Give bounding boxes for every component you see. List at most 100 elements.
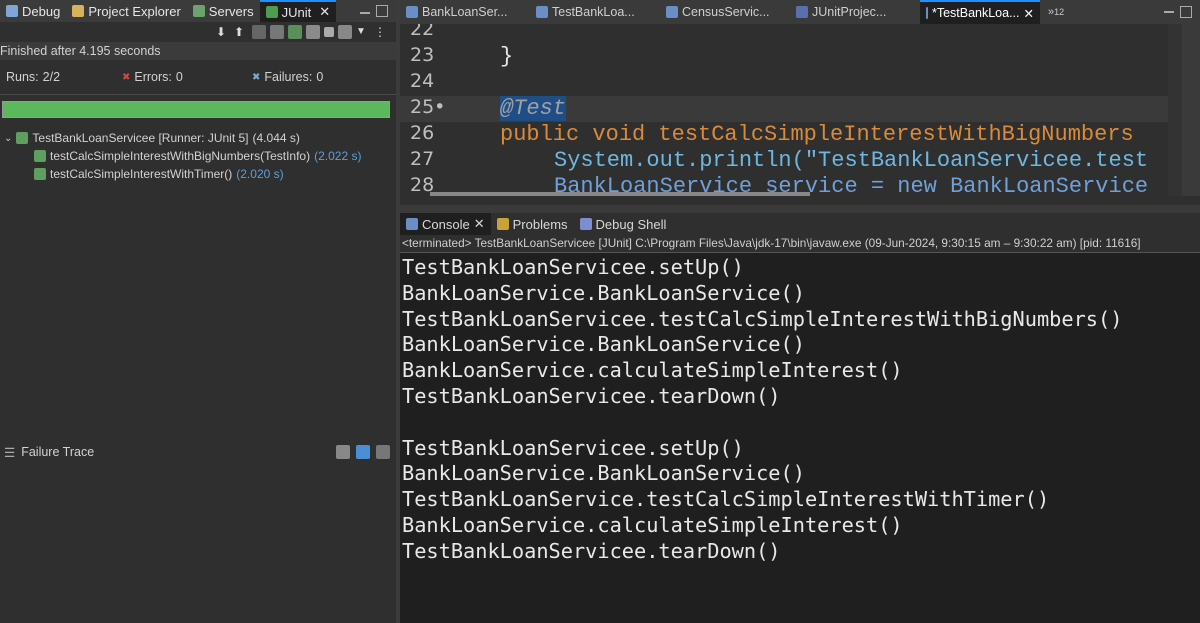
tab-label: Problems	[512, 216, 568, 232]
test-name: testCalcSimpleInterestWithBigNumbers(Tes…	[50, 149, 311, 163]
left-view-tabbar: Debug Project Explorer Servers JUnit ✕	[0, 0, 396, 22]
junit-panel: Debug Project Explorer Servers JUnit ✕ ⬇ …	[0, 0, 396, 623]
copy-trace-icon[interactable]	[376, 445, 390, 459]
view-menu-icon[interactable]: ⋮	[374, 25, 388, 39]
tree-row-test[interactable]: testCalcSimpleInterestWithBigNumbers(Tes…	[0, 147, 396, 165]
horizontal-scrollbar[interactable]	[430, 192, 810, 196]
failures-label: Failures:	[264, 70, 313, 84]
chevron-down-icon[interactable]: ⌄	[4, 133, 12, 144]
line-number: 24	[410, 70, 435, 92]
suite-duration: (4.044 s)	[252, 131, 300, 145]
scroll-lock-icon[interactable]	[270, 25, 284, 39]
runs-counter: Runs: 2/2	[0, 70, 122, 84]
minimize-icon[interactable]	[1164, 11, 1174, 13]
error-icon: ✖	[122, 71, 131, 83]
editor-tab[interactable]: BankLoanSer...	[400, 0, 530, 24]
line-number: 23	[410, 44, 435, 66]
overflow-tabs-icon[interactable]: »12	[1048, 6, 1064, 18]
close-icon[interactable]: ✕	[319, 4, 330, 20]
vertical-scrollbar[interactable]	[1182, 24, 1200, 196]
java-file-icon	[536, 6, 548, 18]
console-line: BankLoanService.BankLoanService()	[402, 461, 805, 486]
test-suite-icon	[16, 132, 29, 144]
stop-icon[interactable]	[324, 27, 334, 37]
editor-tab-label: TestBankLoa...	[552, 5, 635, 19]
tab-debug-shell[interactable]: Debug Shell	[574, 213, 673, 235]
rerun-test-icon[interactable]	[288, 25, 302, 39]
test-duration: (2.022 s)	[314, 149, 362, 163]
chevron-down-icon[interactable]: ▼	[356, 25, 370, 39]
tab-junit[interactable]: JUnit ✕	[259, 0, 337, 22]
test-run-history-icon[interactable]	[338, 25, 352, 39]
console-line: TestBankLoanServicee.testCalcSimpleInter…	[402, 306, 1123, 331]
horizontal-splitter[interactable]	[400, 205, 1200, 213]
console-tabbar: Console ✕ Problems Debug Shell	[400, 213, 1200, 235]
code-editor: BankLoanSer... TestBankLoa... CensusServ…	[400, 0, 1200, 205]
problems-icon	[496, 218, 509, 230]
show-failures-only-icon[interactable]	[252, 25, 266, 39]
test-tree: ⌄ TestBankLoanServicee [Runner: JUnit 5]…	[0, 129, 396, 183]
tab-servers[interactable]: Servers	[187, 0, 260, 22]
overview-ruler[interactable]	[1168, 24, 1182, 196]
console-line: BankLoanService.calculateSimpleInterest(…	[402, 358, 903, 383]
console-line: TestBankLoanServicee.tearDown()	[402, 538, 781, 563]
editor-tabbar: BankLoanSer... TestBankLoa... CensusServ…	[400, 0, 1200, 24]
tab-label: JUnit	[281, 4, 312, 20]
code-line: System.out.println("TestBankLoanServicee…	[554, 148, 1149, 173]
java-file-icon	[406, 6, 418, 18]
failures-counter: ✖ Failures: 0	[252, 70, 323, 84]
java-file-icon	[926, 7, 928, 19]
runs-label: Runs:	[6, 70, 39, 84]
rerun-failed-first-icon[interactable]	[306, 25, 320, 39]
java-file-icon	[666, 6, 678, 18]
list-icon: ☰	[4, 445, 16, 460]
tab-console[interactable]: Console ✕	[400, 213, 491, 235]
tree-row-test[interactable]: testCalcSimpleInterestWithTimer() (2.020…	[0, 165, 396, 183]
errors-value: 0	[175, 70, 183, 84]
editor-tab-label: *TestBankLoa...	[931, 6, 1020, 20]
editor-tab-label: CensusServic...	[682, 5, 770, 19]
tab-problems[interactable]: Problems	[491, 213, 574, 235]
tab-project-explorer[interactable]: Project Explorer	[66, 0, 186, 22]
errors-label: Errors:	[134, 70, 172, 84]
junit-counters: Runs: 2/2 ✖ Errors: 0 ✖ Failures: 0	[0, 60, 396, 95]
tab-debug[interactable]: Debug	[0, 0, 66, 22]
minimize-icon[interactable]	[360, 12, 370, 14]
debug-icon	[6, 5, 18, 17]
maven-file-icon	[796, 6, 808, 18]
failures-value: 0	[316, 70, 324, 84]
line-number: 27	[410, 148, 435, 170]
debug-shell-icon	[579, 218, 592, 230]
servers-icon	[192, 5, 205, 17]
console-line: BankLoanService.BankLoanService()	[402, 280, 805, 305]
console-line: TestBankLoanServicee.tearDown()	[402, 383, 781, 408]
previous-failure-icon[interactable]: ⬆	[234, 25, 248, 39]
editor-tab[interactable]: CensusServic...	[660, 0, 790, 24]
close-icon[interactable]: ✕	[474, 216, 485, 232]
editor-tab[interactable]: TestBankLoa...	[530, 0, 660, 24]
editor-tab[interactable]: JUnitProjec...	[790, 0, 920, 24]
junit-toolbar: ⬇ ⬆ ▼ ⋮	[0, 22, 396, 42]
tab-label: Project Explorer	[88, 3, 181, 19]
close-icon[interactable]: ✕	[1024, 6, 1034, 21]
console-output[interactable]: TestBankLoanServicee.setUp() BankLoanServ…	[400, 253, 1200, 565]
overflow-count: 12	[1054, 7, 1065, 17]
maximize-icon[interactable]	[376, 5, 388, 17]
tab-label: Console	[422, 216, 470, 232]
filter-stack-icon[interactable]	[336, 445, 350, 459]
failure-trace-header: ☰ Failure Trace	[0, 443, 396, 461]
compare-result-icon[interactable]	[356, 445, 370, 459]
line-number: 25•	[410, 96, 446, 118]
next-failure-icon[interactable]: ⬇	[216, 25, 230, 39]
tree-row-suite[interactable]: ⌄ TestBankLoanServicee [Runner: JUnit 5]…	[0, 129, 396, 147]
editor-tab-label: JUnitProjec...	[812, 5, 887, 19]
tab-label: Servers	[208, 3, 254, 19]
suite-name: TestBankLoanServicee [Runner: JUnit 5]	[32, 131, 249, 145]
console-panel: Console ✕ Problems Debug Shell <terminate…	[400, 213, 1200, 623]
progress-bar	[2, 101, 390, 118]
tab-label: Debug	[22, 3, 61, 19]
failure-trace-label: Failure Trace	[21, 445, 95, 459]
code-area[interactable]: 22 23 24 25• 26 27 28 } @Test public voi…	[400, 24, 1168, 196]
editor-tab-active[interactable]: *TestBankLoa... ✕	[920, 0, 1040, 24]
maximize-icon[interactable]	[1180, 6, 1192, 18]
